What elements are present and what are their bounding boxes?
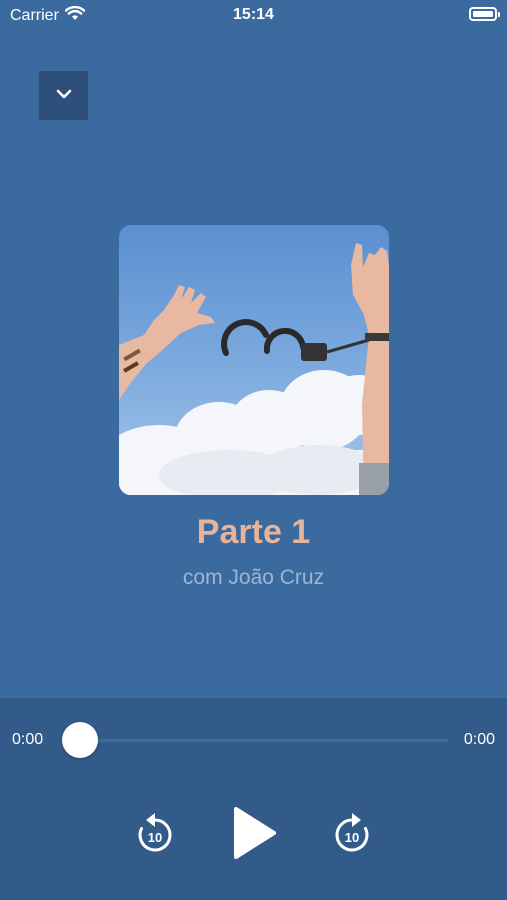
elapsed-time: 0:00 <box>12 731 44 748</box>
forward-10-icon: 10 <box>335 813 369 852</box>
player-controls-panel: 0:00 0:00 10 10 <box>0 698 507 900</box>
play-icon <box>234 807 276 859</box>
battery-level <box>473 11 493 17</box>
forward-seconds-label: 10 <box>345 830 359 845</box>
status-left: Carrier <box>10 5 86 26</box>
rewind-10-icon: 10 <box>138 813 172 852</box>
collapse-button[interactable] <box>39 71 88 120</box>
chevron-down-icon <box>55 87 73 105</box>
battery-icon <box>469 7 500 21</box>
progress-slider-thumb[interactable] <box>62 722 98 758</box>
wifi-icon <box>64 5 86 26</box>
handcuffs-sky-artwork <box>119 225 389 495</box>
play-button[interactable] <box>228 805 278 861</box>
total-time: 0:00 <box>463 731 495 748</box>
carrier-label: Carrier <box>10 7 59 24</box>
progress-track[interactable] <box>76 739 448 742</box>
rewind-10-button[interactable]: 10 <box>135 811 175 855</box>
rewind-seconds-label: 10 <box>148 830 162 845</box>
track-title: Parte 1 <box>196 513 311 551</box>
album-artwork <box>119 225 389 495</box>
track-artist: com João Cruz <box>182 566 325 589</box>
status-bar: Carrier 15:14 <box>0 0 507 32</box>
forward-10-button[interactable]: 10 <box>332 811 372 855</box>
